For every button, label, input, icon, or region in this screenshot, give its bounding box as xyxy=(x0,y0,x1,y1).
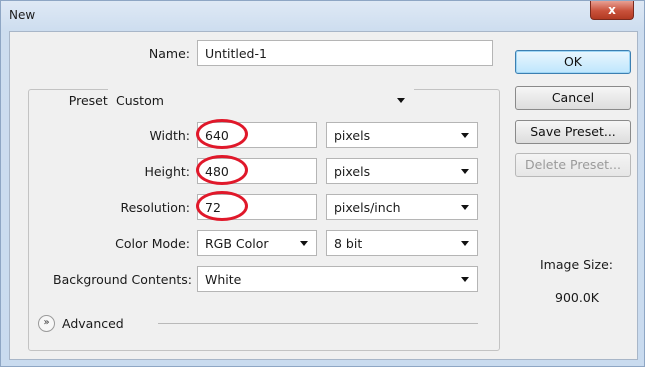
background-contents-label: Background Contents: xyxy=(53,272,192,287)
delete-preset-button[interactable]: Delete Preset... xyxy=(515,153,631,177)
triangle-down-icon xyxy=(300,241,308,246)
color-mode-select[interactable]: RGB Color xyxy=(197,230,317,256)
ok-button[interactable]: OK xyxy=(515,50,631,74)
image-size-value: 900.0K xyxy=(555,290,599,305)
name-field[interactable]: Untitled-1 xyxy=(197,40,493,66)
resolution-label: Resolution: xyxy=(120,200,190,215)
preset-value: Custom xyxy=(116,93,164,108)
image-size-label: Image Size: xyxy=(540,257,613,272)
new-document-dialog: New x Name: Untitled-1 Preset: Custom Wi… xyxy=(0,0,645,367)
width-highlight-circle xyxy=(196,119,248,149)
advanced-divider xyxy=(158,323,478,324)
advanced-toggle-label[interactable]: Advanced xyxy=(62,316,124,331)
triangle-down-icon xyxy=(397,98,405,103)
triangle-down-icon xyxy=(461,277,469,282)
preset-select[interactable]: Custom xyxy=(108,87,414,113)
background-contents-value: White xyxy=(205,272,242,287)
resolution-unit-select[interactable]: pixels/inch xyxy=(326,194,478,220)
color-mode-value: RGB Color xyxy=(205,236,269,251)
triangle-down-icon xyxy=(461,205,469,210)
bit-depth-value: 8 bit xyxy=(334,236,363,251)
height-unit-select[interactable]: pixels xyxy=(326,158,478,184)
dialog-body: Name: Untitled-1 Preset: Custom Width: 6… xyxy=(9,31,638,360)
color-mode-label: Color Mode: xyxy=(115,236,190,251)
title-bar[interactable]: New x xyxy=(1,1,644,31)
triangle-down-icon xyxy=(461,169,469,174)
cancel-button[interactable]: Cancel xyxy=(515,86,631,110)
close-icon: x xyxy=(608,3,616,17)
width-unit-select[interactable]: pixels xyxy=(326,122,478,148)
resolution-highlight-circle xyxy=(196,191,248,221)
bit-depth-select[interactable]: 8 bit xyxy=(326,230,478,256)
background-contents-select[interactable]: White xyxy=(197,266,478,292)
width-unit-value: pixels xyxy=(334,128,371,143)
preset-label: Preset: xyxy=(42,93,112,108)
resolution-unit-value: pixels/inch xyxy=(334,200,401,215)
width-label: Width: xyxy=(149,128,190,143)
height-highlight-circle xyxy=(196,155,248,185)
triangle-down-icon xyxy=(461,241,469,246)
height-label: Height: xyxy=(144,164,190,179)
height-unit-value: pixels xyxy=(334,164,371,179)
chevron-double-down-icon[interactable]: » xyxy=(38,315,55,332)
triangle-down-icon xyxy=(461,133,469,138)
save-preset-button[interactable]: Save Preset... xyxy=(515,120,631,144)
close-button[interactable]: x xyxy=(590,1,634,20)
name-label: Name: xyxy=(148,46,190,61)
dialog-title: New xyxy=(9,8,36,22)
